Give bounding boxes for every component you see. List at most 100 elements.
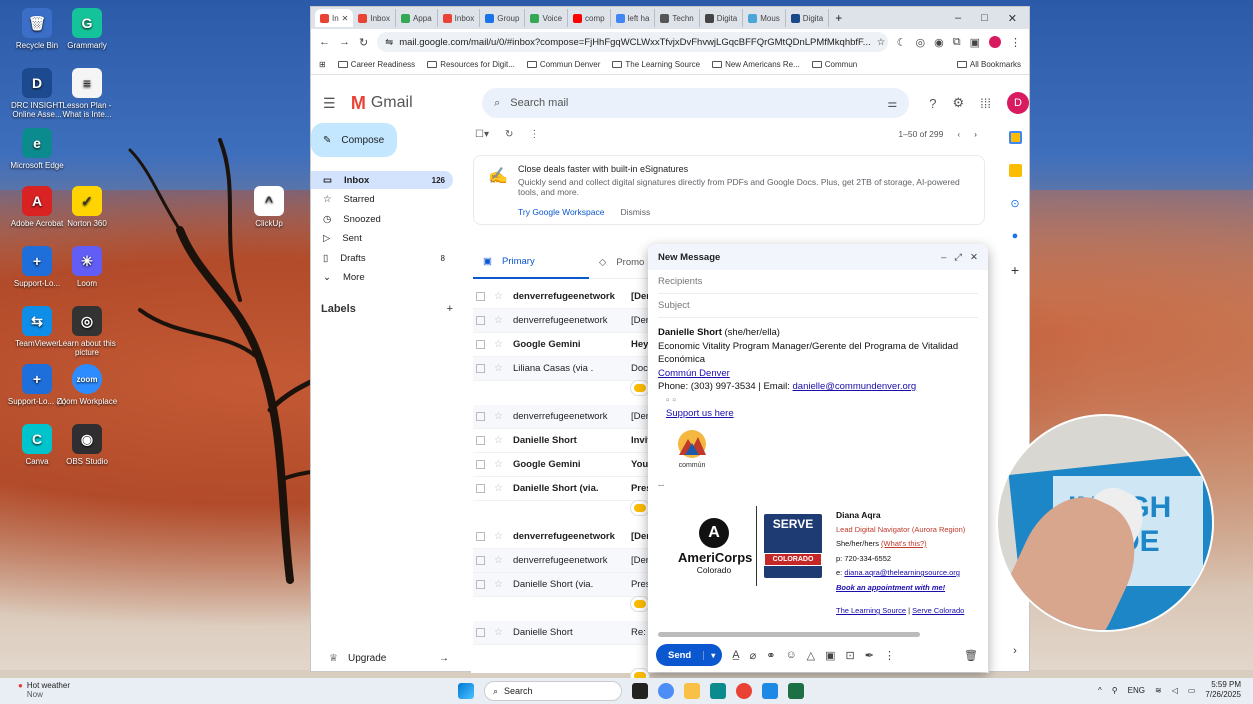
edge-taskbar-icon[interactable]: [710, 683, 726, 699]
attach-icon[interactable]: ⌀: [750, 649, 757, 662]
volume-icon[interactable]: ◁: [1172, 686, 1178, 695]
nav-item-drafts[interactable]: ▯ Drafts 8: [311, 249, 453, 267]
horizontal-scrollbar[interactable]: [658, 632, 920, 637]
task-view-icon[interactable]: [632, 683, 648, 699]
nav-item-snoozed[interactable]: ◷ Snoozed: [311, 210, 453, 228]
dismiss-button[interactable]: Dismiss: [620, 207, 650, 217]
star-icon[interactable]: ☆: [494, 555, 503, 566]
browser-tab[interactable]: Digita: [786, 9, 830, 27]
language-indicator[interactable]: ENG: [1128, 686, 1145, 695]
bookmark-folder[interactable]: New Americans Re...: [712, 60, 800, 69]
add-label-icon[interactable]: +: [447, 303, 453, 315]
star-icon[interactable]: ☆: [494, 579, 503, 590]
attachment-chip-icon[interactable]: [631, 381, 649, 395]
emoji-icon[interactable]: ☺: [785, 649, 796, 661]
star-icon[interactable]: ☆: [494, 315, 503, 326]
wifi-icon[interactable]: ≋: [1155, 686, 1162, 695]
row-checkbox[interactable]: [476, 628, 485, 637]
help-icon[interactable]: ?: [929, 96, 936, 111]
extension-icon-2[interactable]: ◎: [916, 36, 926, 49]
minimize-icon[interactable]: –: [955, 12, 961, 25]
star-icon[interactable]: ☆: [494, 291, 503, 302]
star-icon[interactable]: ☆: [494, 627, 503, 638]
bookmark-folder[interactable]: Commun: [811, 60, 857, 69]
row-checkbox[interactable]: [476, 316, 485, 325]
attachment-chip-icon[interactable]: [631, 597, 649, 611]
star-icon[interactable]: ☆: [494, 435, 503, 446]
browser-tab[interactable]: Appa: [396, 9, 438, 27]
desktop-icon[interactable]: ≡ Lesson Plan - What is Inte...: [56, 68, 118, 119]
row-checkbox[interactable]: [476, 556, 485, 565]
star-icon[interactable]: ☆: [494, 363, 503, 374]
bookmark-star-icon[interactable]: ☆: [877, 37, 886, 48]
next-page-icon[interactable]: ›: [974, 129, 977, 139]
tasks-icon[interactable]: ⊙: [1010, 197, 1019, 210]
search-input[interactable]: Search mail: [510, 97, 568, 109]
extensions-puzzle-icon[interactable]: ⧉: [953, 36, 961, 49]
taskbar-search[interactable]: ⌕ Search: [484, 681, 622, 701]
try-workspace-link[interactable]: Try Google Workspace: [518, 207, 604, 217]
nav-item-inbox[interactable]: ▭ Inbox 126: [311, 171, 453, 189]
keep-icon[interactable]: [1008, 164, 1022, 177]
nav-item-starred[interactable]: ☆ Starred: [311, 191, 453, 209]
browser-tab[interactable]: left ha: [611, 9, 656, 27]
maximize-icon[interactable]: □: [981, 12, 988, 25]
calendar-icon[interactable]: [1008, 131, 1022, 144]
reload-icon[interactable]: ↻: [359, 36, 368, 49]
discard-trash-icon[interactable]: 🗑: [964, 649, 978, 662]
attachment-chip-icon[interactable]: [631, 501, 649, 515]
browser-tab[interactable]: Digita: [700, 9, 744, 27]
drive-icon[interactable]: △: [807, 649, 815, 662]
desktop-icon[interactable]: ◎ Learn about this picture: [56, 306, 118, 357]
url-field[interactable]: ⇋ mail.google.com/mail/u/0/#inbox?compos…: [377, 32, 888, 52]
desktop-icon[interactable]: ✳ Loom: [56, 246, 118, 288]
serve-colorado-link[interactable]: Serve Colorado: [912, 606, 964, 615]
chrome-taskbar-icon[interactable]: [736, 683, 752, 699]
refresh-icon[interactable]: ↻: [505, 129, 513, 140]
forward-icon[interactable]: →: [339, 36, 350, 48]
apps-grid-icon[interactable]: ⁞⁞⁞: [980, 96, 991, 111]
close-window-icon[interactable]: ✕: [1008, 12, 1017, 25]
schedule-send-icon[interactable]: ▾: [703, 650, 722, 660]
usb-icon[interactable]: ⚲: [1112, 686, 1118, 695]
row-checkbox[interactable]: [476, 292, 485, 301]
desktop-icon[interactable]: ◉ OBS Studio: [56, 424, 118, 466]
settings-gear-icon[interactable]: ⚙: [953, 95, 965, 111]
browser-tab[interactable]: Mous: [743, 9, 786, 27]
all-bookmarks[interactable]: All Bookmarks: [956, 60, 1021, 69]
battery-icon[interactable]: ▭: [1188, 686, 1196, 695]
category-tab-primary[interactable]: ▣ Primary: [473, 247, 589, 279]
extension-icon-3[interactable]: ◉: [934, 36, 944, 49]
recipients-field[interactable]: Recipients: [658, 270, 978, 294]
expand-panel-icon[interactable]: ›: [1013, 645, 1017, 657]
site-info-icon[interactable]: ⇋: [385, 37, 393, 48]
lock-icon[interactable]: ⊡: [846, 649, 855, 662]
teams-taskbar-icon[interactable]: [762, 683, 778, 699]
star-icon[interactable]: ☆: [494, 339, 503, 350]
account-avatar[interactable]: D: [1007, 92, 1029, 114]
bookmark-folder[interactable]: Resources for Digit...: [427, 60, 515, 69]
taskbar-search-input[interactable]: Search: [504, 686, 533, 696]
new-tab-button[interactable]: +: [829, 11, 848, 25]
desktop-icon[interactable]: ✓ Norton 360: [56, 186, 118, 228]
prev-page-icon[interactable]: ‹: [957, 129, 960, 139]
diana-email-link[interactable]: diana.aqra@thelearningsource.org: [844, 568, 960, 577]
contacts-icon[interactable]: ●: [1012, 230, 1019, 242]
back-icon[interactable]: ←: [319, 36, 330, 48]
select-all-checkbox[interactable]: ☐▾: [475, 129, 489, 140]
star-icon[interactable]: ☆: [494, 411, 503, 422]
more-options-icon[interactable]: ⋮: [884, 649, 895, 662]
apps-grid-icon[interactable]: ⊞: [319, 60, 326, 69]
support-us-link[interactable]: Support us here: [666, 408, 734, 419]
row-checkbox[interactable]: [476, 340, 485, 349]
row-checkbox[interactable]: [476, 532, 485, 541]
nav-item-sent[interactable]: ▷ Sent: [311, 230, 453, 248]
extension-icon-1[interactable]: ☾: [897, 36, 907, 49]
sig-org-link[interactable]: Commún Denver: [658, 368, 730, 379]
subject-field[interactable]: Subject: [658, 294, 978, 318]
row-checkbox[interactable]: [476, 580, 485, 589]
book-appointment-link[interactable]: Book an appointment with me!: [836, 583, 945, 592]
photo-icon[interactable]: ▣: [825, 649, 835, 662]
row-checkbox[interactable]: [476, 364, 485, 373]
main-menu-icon[interactable]: ☰: [323, 95, 343, 112]
